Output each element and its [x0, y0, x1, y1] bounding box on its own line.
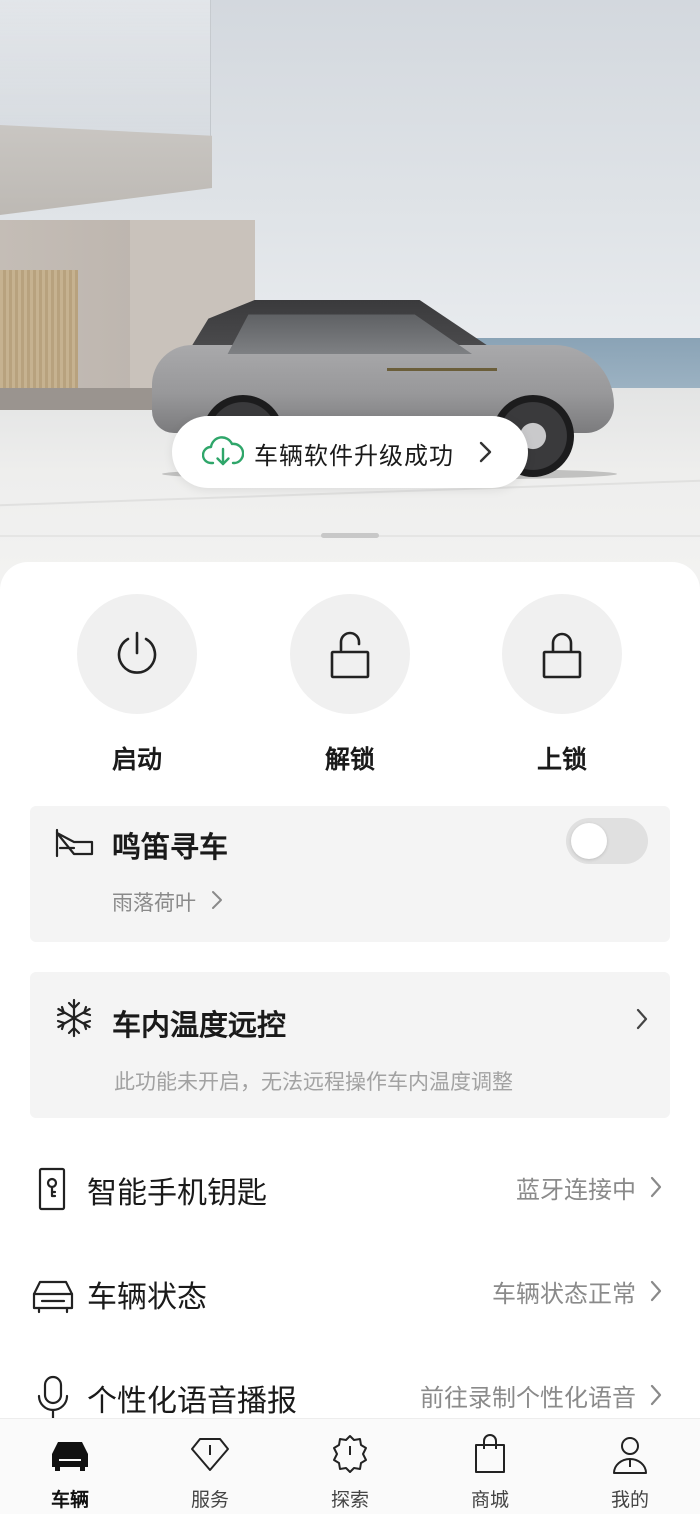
- remote-climate-card[interactable]: 车内温度远控 此功能未开启，无法远程操作车内温度调整: [30, 972, 670, 1118]
- chevron-right-icon: [648, 1278, 664, 1304]
- nav-service[interactable]: 服务: [155, 1433, 265, 1513]
- unlock-icon: [330, 631, 370, 679]
- lock-button[interactable]: [502, 594, 622, 714]
- row-value: 前往录制个性化语音: [420, 1384, 636, 1412]
- smart-phone-key-row[interactable]: 智能手机钥匙 蓝牙连接中: [30, 1158, 670, 1218]
- power-icon: [117, 631, 157, 674]
- horn-toggle[interactable]: [566, 818, 648, 864]
- microphone-icon: [30, 1374, 76, 1420]
- climate-disabled-note: 此功能未开启，无法远程操作车内温度调整: [114, 1070, 513, 1094]
- snowflake-icon: [54, 998, 94, 1038]
- car-trim: [387, 368, 497, 371]
- row-label: 车辆状态: [87, 1280, 207, 1315]
- row-value: 车辆状态正常: [492, 1280, 636, 1308]
- nav-label: 探索: [330, 1489, 369, 1511]
- nav-label: 商城: [470, 1489, 509, 1511]
- climate-title: 车内温度远控: [112, 1008, 287, 1042]
- nav-mall[interactable]: 商城: [435, 1433, 545, 1513]
- bottom-nav: 车辆 服务 探索 商城 我的: [0, 1418, 700, 1514]
- nav-label: 服务: [190, 1489, 229, 1511]
- chevron-right-icon: [648, 1382, 664, 1408]
- phone-key-icon: [30, 1166, 76, 1212]
- hero-glass-railing: [0, 0, 211, 140]
- chevron-right-icon: [648, 1174, 664, 1200]
- cloud-download-icon: [201, 435, 245, 469]
- car-status-icon: [30, 1270, 76, 1316]
- software-upgrade-banner[interactable]: 车辆软件升级成功: [172, 416, 528, 488]
- horn-icon: [54, 826, 96, 860]
- horn-title: 鸣笛寻车: [112, 830, 229, 864]
- drag-handle[interactable]: [321, 533, 379, 538]
- shopping-bag-icon: [475, 1434, 505, 1473]
- horn-find-car-card[interactable]: 鸣笛寻车 雨落荷叶: [30, 806, 670, 942]
- personal-voice-row[interactable]: 个性化语音播报 前往录制个性化语音: [30, 1366, 670, 1426]
- hero-banner: 车辆软件升级成功: [0, 0, 700, 600]
- lock-label: 上锁: [536, 745, 587, 774]
- nav-explore[interactable]: 探索: [295, 1433, 405, 1513]
- unlock-label: 解锁: [324, 745, 375, 774]
- row-label: 个性化语音播报: [87, 1384, 297, 1419]
- start-label: 启动: [111, 745, 162, 774]
- profile-icon: [613, 1437, 647, 1474]
- car-icon: [52, 1442, 88, 1471]
- upgrade-banner-text: 车辆软件升级成功: [254, 442, 454, 470]
- unlock-button[interactable]: [290, 594, 410, 714]
- nav-profile[interactable]: 我的: [575, 1433, 685, 1513]
- nav-label: 我的: [610, 1489, 649, 1511]
- lock-icon: [542, 632, 582, 679]
- row-label: 智能手机钥匙: [87, 1176, 267, 1211]
- horn-sound-name[interactable]: 雨落荷叶: [112, 887, 196, 917]
- explore-badge-icon: [333, 1435, 367, 1473]
- chevron-right-icon: [475, 438, 495, 466]
- nav-vehicle[interactable]: 车辆: [15, 1433, 125, 1513]
- vehicle-status-row[interactable]: 车辆状态 车辆状态正常: [30, 1262, 670, 1322]
- diamond-icon: [191, 1438, 229, 1471]
- hero-gold-panel: [0, 270, 78, 388]
- start-button[interactable]: [77, 594, 197, 714]
- nav-label: 车辆: [50, 1489, 89, 1511]
- chevron-right-icon: [210, 888, 224, 912]
- toggle-knob: [571, 823, 607, 859]
- row-value: 蓝牙连接中: [516, 1176, 636, 1204]
- chevron-right-icon: [634, 1006, 650, 1032]
